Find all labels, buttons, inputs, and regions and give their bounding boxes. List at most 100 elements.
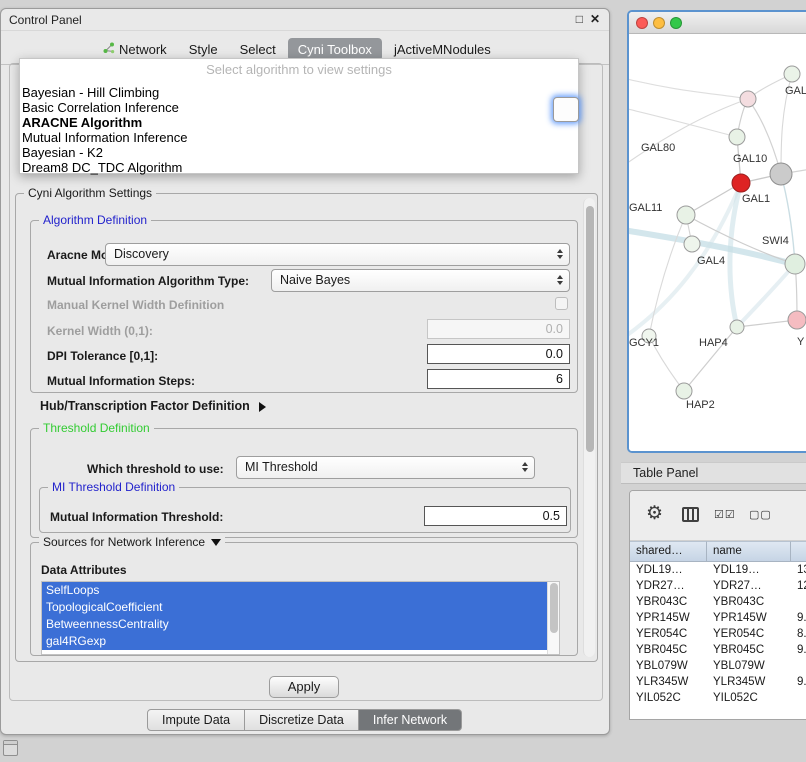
node-label: GCY1 (629, 337, 659, 349)
combo-stepper-icon (522, 462, 528, 472)
manual-kernel-checkbox[interactable] (555, 297, 568, 310)
dpi-tolerance-field[interactable] (427, 344, 570, 364)
network-node-gal-cut[interactable] (784, 66, 800, 82)
attribute-item[interactable]: gal4RGexp (42, 633, 547, 650)
network-edge[interactable] (629, 78, 748, 99)
attribute-item[interactable]: BetweennessCentrality (42, 616, 547, 633)
network-edge[interactable] (781, 174, 795, 264)
table-row[interactable]: YDL19…YDL19…13 (630, 562, 806, 578)
aracne-mode-combo[interactable]: Discovery (105, 243, 570, 266)
column-header[interactable]: shared… (630, 541, 707, 562)
column-header[interactable] (791, 541, 806, 562)
column-header[interactable]: name (707, 541, 791, 562)
hub-definition-toggle[interactable]: Hub/Transcription Factor Definition (40, 399, 266, 413)
control-panel-titlebar: Control Panel □ ✕ (1, 9, 609, 31)
table-row[interactable]: YER054CYER054C8. (630, 626, 806, 642)
which-threshold-combo[interactable]: MI Threshold (236, 456, 535, 479)
tab-label: jActiveMNodules (394, 42, 491, 57)
tab-discretize-data[interactable]: Discretize Data (244, 709, 359, 731)
minimize-traffic-icon[interactable] (653, 17, 665, 29)
zoom-traffic-icon[interactable] (670, 17, 682, 29)
collapsed-panel-icon[interactable] (3, 740, 18, 756)
algorithm-popup: Select algorithm to view settings Bayesi… (19, 58, 579, 174)
select-all-checkboxes-icon[interactable]: ☑☑ (714, 508, 736, 521)
network-node-green-a[interactable] (677, 206, 695, 224)
float-panel-icon[interactable]: □ (576, 12, 583, 26)
tab-infer-network[interactable]: Infer Network (358, 709, 462, 731)
network-node-pink-right[interactable] (788, 311, 806, 329)
algorithm-definition-group: Algorithm Definition Aracne Mode: Discov… (30, 220, 578, 393)
table-row[interactable]: YBR043CYBR043C (630, 594, 806, 610)
columns-icon[interactable] (682, 507, 699, 522)
table-cell: 9. (791, 610, 806, 626)
mi-steps-field[interactable] (427, 369, 570, 389)
table-cell: YIL052C (707, 690, 791, 706)
data-attributes-list[interactable]: SelfLoopsTopologicalCoefficientBetweenne… (41, 581, 560, 655)
table-panel-header: Table Panel (621, 462, 806, 484)
data-attributes-label: Data Attributes (41, 563, 127, 577)
table-cell: YBL079W (707, 658, 791, 674)
sources-toggle[interactable]: Sources for Network Inference (39, 535, 225, 549)
network-node-swi4-green[interactable] (785, 254, 805, 274)
attribute-item[interactable]: TopologicalCoefficient (42, 599, 547, 616)
network-edge[interactable] (629, 108, 737, 137)
attribute-item[interactable]: SelfLoops (42, 582, 547, 599)
table-cell (791, 658, 806, 674)
combo-stepper-icon (557, 275, 563, 285)
network-window-titlebar[interactable] (629, 12, 806, 34)
table-cell: YDL19… (707, 562, 791, 578)
gear-icon[interactable]: ⚙ (646, 502, 663, 525)
table-row[interactable]: YPR145WYPR145W9. (630, 610, 806, 626)
node-label: GAL (785, 85, 806, 97)
kernel-width-field[interactable] (427, 319, 570, 339)
node-label: GAL10 (733, 153, 767, 165)
network-node-green-c[interactable] (684, 236, 700, 252)
settings-scrollbar[interactable] (583, 198, 595, 657)
apply-button[interactable]: Apply (269, 676, 339, 698)
algorithm-option[interactable]: Basic Correlation Inference (20, 100, 578, 115)
table-row[interactable]: YDR27…YDR27…12 (630, 578, 806, 594)
node-label: Y (797, 336, 805, 348)
close-panel-icon[interactable]: ✕ (590, 12, 600, 26)
manual-kernel-label: Manual Kernel Width Definition (47, 298, 224, 312)
table-row[interactable]: YIL052CYIL052C (630, 690, 806, 706)
settings-scrollbar-thumb[interactable] (586, 206, 594, 452)
network-node-gal10-gray[interactable] (770, 163, 792, 185)
algorithm-option[interactable]: Bayesian - K2 (20, 145, 578, 160)
tab-label: Select (240, 42, 276, 57)
algorithm-combo-focused[interactable] (553, 97, 579, 122)
network-node-hap2-green[interactable] (676, 383, 692, 399)
table-row[interactable]: YBL079WYBL079W (630, 658, 806, 674)
node-label: GAL80 (641, 142, 675, 154)
network-node-gal1-red[interactable] (732, 174, 750, 192)
table-row[interactable]: YLR345WYLR345W9. (630, 674, 806, 690)
tab-impute-data[interactable]: Impute Data (147, 709, 245, 731)
network-canvas[interactable]: GALGAL80GAL10GAL1GAL11SWI4GAL4GCY1HAP4YH… (629, 34, 806, 453)
mi-steps-label: Mutual Information Steps: (47, 374, 195, 388)
close-traffic-icon[interactable] (636, 17, 648, 29)
algorithm-option[interactable]: Dream8 DC_TDC Algorithm (20, 160, 578, 175)
table-cell: YPR145W (630, 610, 707, 626)
algorithm-option[interactable]: ARACNE Algorithm (20, 115, 578, 130)
which-threshold-label: Which threshold to use: (87, 462, 224, 476)
algorithm-option[interactable]: Mutual Information Inference (20, 130, 578, 145)
mi-type-combo[interactable]: Naive Bayes (271, 269, 570, 292)
deselect-all-checkboxes-icon[interactable]: ▢▢ (749, 508, 772, 521)
tab-label: Style (189, 42, 218, 57)
network-node-green-d[interactable] (730, 320, 744, 334)
algorithm-popup-list: Bayesian - Hill ClimbingBasic Correlatio… (20, 85, 578, 175)
expanded-arrow-icon (211, 539, 221, 546)
table-cell: 12 (791, 578, 806, 594)
network-edge[interactable] (737, 264, 795, 327)
table-cell: 13 (791, 562, 806, 578)
table-cell: YIL052C (630, 690, 707, 706)
attributes-scrollbar-thumb[interactable] (550, 583, 558, 633)
table-header-row: shared…name (630, 541, 806, 562)
sources-label: Sources for Network Inference (43, 535, 205, 549)
algorithm-option[interactable]: Bayesian - Hill Climbing (20, 85, 578, 100)
network-node-pink-top[interactable] (740, 91, 756, 107)
table-row[interactable]: YBR045CYBR045C9. (630, 642, 806, 658)
mi-threshold-field[interactable] (424, 506, 567, 526)
attributes-scrollbar[interactable] (547, 582, 559, 654)
network-node-green-top[interactable] (729, 129, 745, 145)
